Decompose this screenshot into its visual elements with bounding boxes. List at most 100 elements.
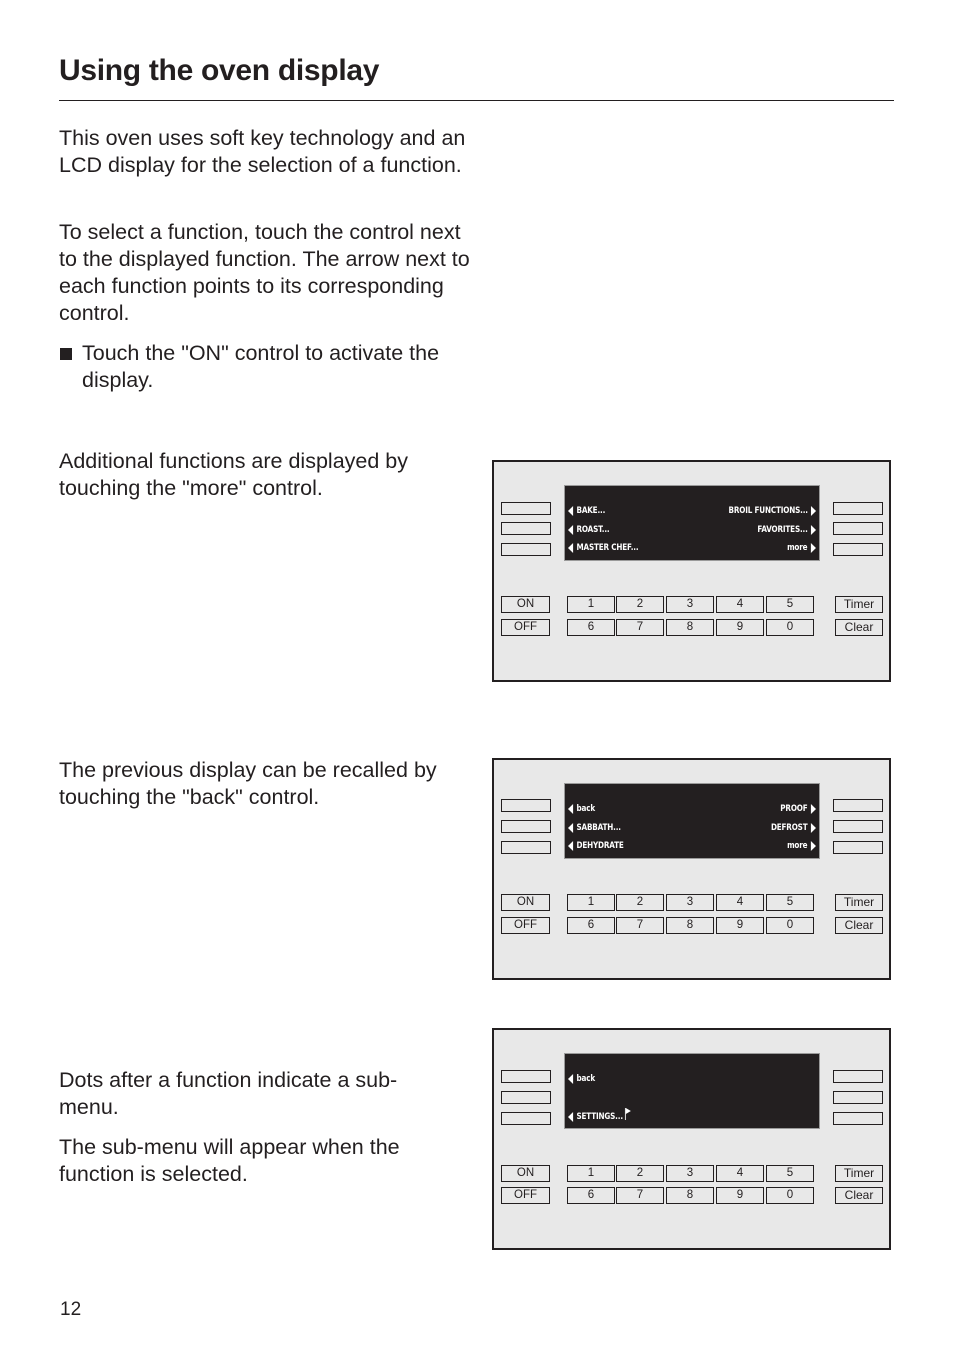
- more-paragraph: Additional functions are displayed by to…: [59, 449, 408, 500]
- digit-6-button[interactable]: 6: [567, 917, 615, 934]
- digit-6-button[interactable]: 6: [567, 619, 615, 636]
- lcd-item-bake[interactable]: BAKE...: [568, 506, 605, 516]
- digit-5-button[interactable]: 5: [766, 894, 814, 911]
- softkey-left-3[interactable]: [501, 543, 551, 556]
- page-number: 12: [60, 1299, 82, 1320]
- digit-2-button[interactable]: 2: [616, 596, 664, 613]
- dots-paragraph-2: The sub-menu will appear when the functi…: [59, 1135, 400, 1186]
- on-button[interactable]: ON: [501, 596, 550, 613]
- lcd-display: back SETTINGS...: [564, 1053, 820, 1129]
- on-button[interactable]: ON: [501, 1165, 550, 1182]
- timer-button[interactable]: Timer: [835, 1165, 883, 1182]
- bullet-text: Touch the "ON" control to activate the d…: [82, 341, 440, 392]
- digit-1-button[interactable]: 1: [567, 1165, 615, 1182]
- lcd-item-back[interactable]: back: [568, 1074, 595, 1084]
- softkey-right-3[interactable]: [833, 841, 883, 854]
- off-button[interactable]: OFF: [501, 619, 550, 636]
- digit-4-button[interactable]: 4: [716, 894, 764, 911]
- digit-5-button[interactable]: 5: [766, 1165, 814, 1182]
- arrow-left-icon: [568, 804, 574, 814]
- bullet-item: Touch the "ON" control to activate the d…: [59, 340, 479, 394]
- clear-button[interactable]: Clear: [835, 619, 883, 636]
- lcd-item-sabbath[interactable]: SABBATH...: [568, 823, 621, 833]
- digit-2-button[interactable]: 2: [616, 1165, 664, 1182]
- digit-1-button[interactable]: 1: [567, 894, 615, 911]
- lcd-item-favorites[interactable]: FAVORITES...: [757, 525, 816, 535]
- softkey-left-2[interactable]: [501, 1091, 551, 1104]
- digit-8-button[interactable]: 8: [666, 619, 714, 636]
- softkey-left-1[interactable]: [501, 1070, 551, 1083]
- oven-panel-settings-menu: back SETTINGS... ON OFF 1 2 3 4 5 6 7 8 …: [492, 1028, 891, 1250]
- softkey-left-3[interactable]: [501, 1112, 551, 1125]
- softkey-right-1[interactable]: [833, 799, 883, 812]
- digit-3-button[interactable]: 3: [666, 1165, 714, 1182]
- softkey-right-3[interactable]: [833, 1112, 883, 1125]
- on-button[interactable]: ON: [501, 894, 550, 911]
- digit-0-button[interactable]: 0: [766, 1187, 814, 1204]
- digit-9-button[interactable]: 9: [716, 917, 764, 934]
- page-title: Using the oven display: [59, 54, 380, 87]
- back-paragraph: The previous display can be recalled by …: [59, 758, 437, 809]
- arrow-left-icon: [568, 823, 574, 833]
- softkey-right-2[interactable]: [833, 1091, 883, 1104]
- digit-0-button[interactable]: 0: [766, 917, 814, 934]
- lcd-item-broil-functions[interactable]: BROIL FUNCTIONS...: [728, 506, 816, 516]
- softkey-right-1[interactable]: [833, 502, 883, 515]
- softkey-right-2[interactable]: [833, 820, 883, 833]
- bullet-square-icon: [60, 348, 72, 360]
- timer-button[interactable]: Timer: [835, 596, 883, 613]
- lcd-display: BAKE... ROAST... MASTER CHEF... BROIL FU…: [564, 485, 820, 561]
- arrow-left-icon: [568, 543, 574, 553]
- lcd-item-defrost[interactable]: DEFROST: [771, 823, 816, 833]
- digit-6-button[interactable]: 6: [567, 1187, 615, 1204]
- digit-0-button[interactable]: 0: [766, 619, 814, 636]
- digit-1-button[interactable]: 1: [567, 596, 615, 613]
- lcd-item-dehydrate[interactable]: DEHYDRATE: [568, 841, 624, 851]
- clear-button[interactable]: Clear: [835, 1187, 883, 1204]
- lcd-item-more[interactable]: more: [787, 841, 816, 851]
- off-button[interactable]: OFF: [501, 1187, 550, 1204]
- arrow-left-icon: [568, 1112, 574, 1122]
- arrow-right-icon: [810, 506, 816, 516]
- digit-4-button[interactable]: 4: [716, 1165, 764, 1182]
- digit-9-button[interactable]: 9: [716, 619, 764, 636]
- softkey-right-1[interactable]: [833, 1070, 883, 1083]
- digit-7-button[interactable]: 7: [616, 619, 664, 636]
- digit-8-button[interactable]: 8: [666, 1187, 714, 1204]
- softkey-right-3[interactable]: [833, 543, 883, 556]
- digit-3-button[interactable]: 3: [666, 596, 714, 613]
- digit-3-button[interactable]: 3: [666, 894, 714, 911]
- timer-button[interactable]: Timer: [835, 894, 883, 911]
- lcd-item-back[interactable]: back: [568, 804, 595, 814]
- digit-9-button[interactable]: 9: [716, 1187, 764, 1204]
- off-button[interactable]: OFF: [501, 917, 550, 934]
- lcd-item-roast[interactable]: ROAST...: [568, 525, 610, 535]
- softkey-right-2[interactable]: [833, 522, 883, 535]
- softkey-left-1[interactable]: [501, 502, 551, 515]
- digit-7-button[interactable]: 7: [616, 917, 664, 934]
- oven-panel-more-menu: back SABBATH... DEHYDRATE PROOF DEFROST …: [492, 758, 891, 980]
- digit-8-button[interactable]: 8: [666, 917, 714, 934]
- softkey-left-2[interactable]: [501, 820, 551, 833]
- title-divider: [59, 100, 894, 101]
- arrow-right-icon: [810, 543, 816, 553]
- digit-5-button[interactable]: 5: [766, 596, 814, 613]
- softkey-left-2[interactable]: [501, 522, 551, 535]
- lcd-item-more[interactable]: more: [787, 543, 816, 553]
- lcd-item-master-chef[interactable]: MASTER CHEF...: [568, 543, 639, 553]
- oven-panel-main-menu: BAKE... ROAST... MASTER CHEF... BROIL FU…: [492, 460, 891, 682]
- clear-button[interactable]: Clear: [835, 917, 883, 934]
- lcd-item-settings[interactable]: SETTINGS...: [568, 1108, 631, 1123]
- arrow-left-icon: [568, 841, 574, 851]
- digit-7-button[interactable]: 7: [616, 1187, 664, 1204]
- arrow-left-icon: [568, 506, 574, 516]
- digit-2-button[interactable]: 2: [616, 894, 664, 911]
- softkey-left-3[interactable]: [501, 841, 551, 854]
- intro-paragraph-1: This oven uses soft key technology and a…: [59, 126, 466, 177]
- arrow-right-icon: [810, 841, 816, 851]
- arrow-right-icon: [810, 823, 816, 833]
- softkey-left-1[interactable]: [501, 799, 551, 812]
- digit-4-button[interactable]: 4: [716, 596, 764, 613]
- lcd-item-proof[interactable]: PROOF: [780, 804, 816, 814]
- arrow-right-icon: [810, 804, 816, 814]
